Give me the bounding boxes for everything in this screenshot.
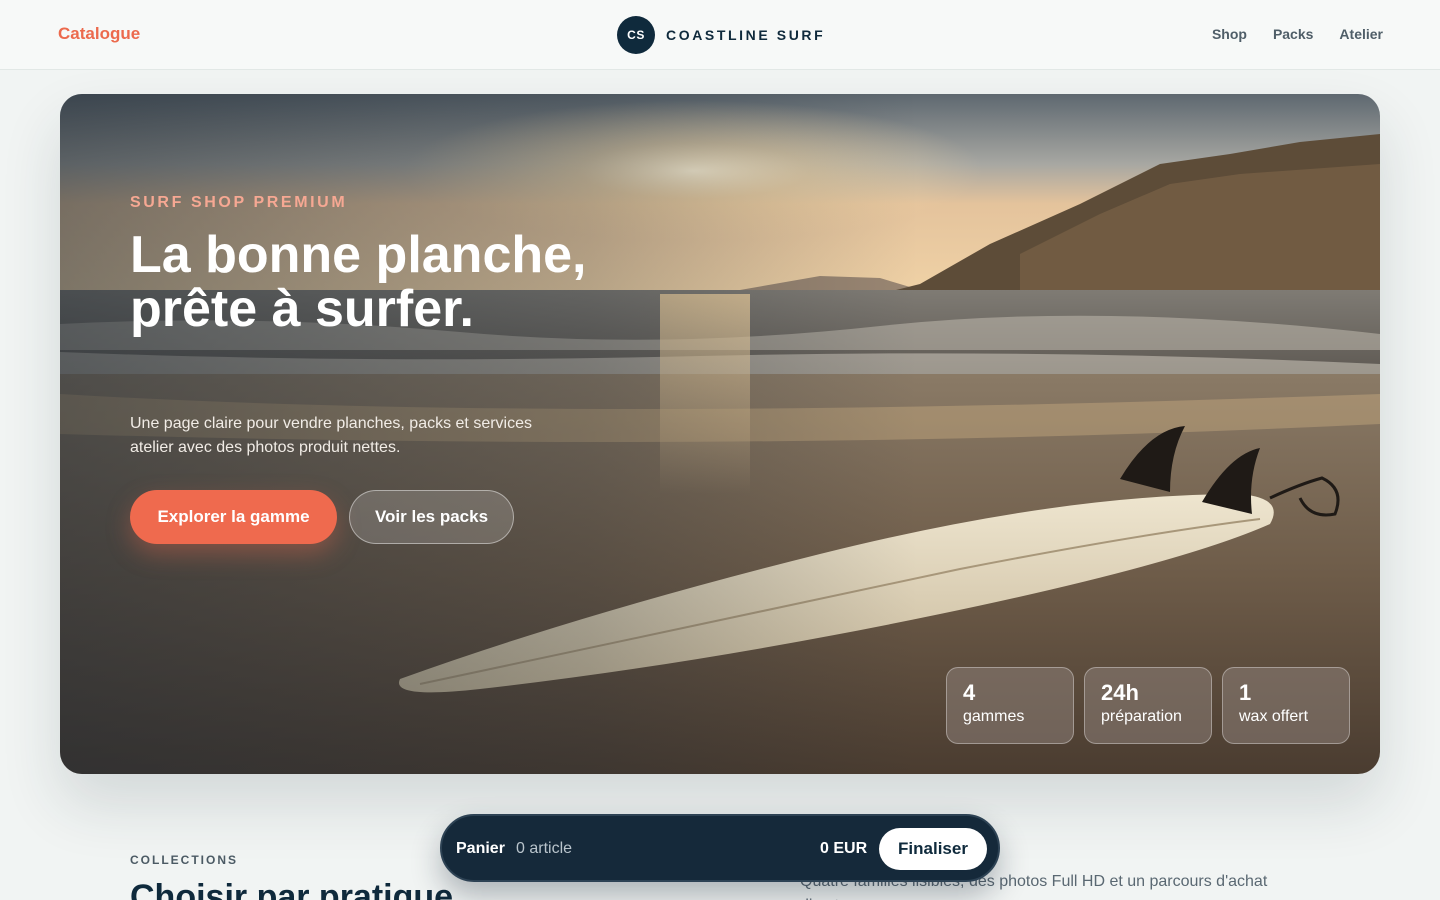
- brand-name: COASTLINE SURF: [666, 27, 826, 43]
- collections-eyebrow: COLLECTIONS: [130, 853, 238, 867]
- stat-card-wax: 1 wax offert: [1222, 667, 1350, 744]
- stat-label: gammes: [963, 708, 1025, 725]
- stat-value: 24h: [1101, 680, 1139, 705]
- cart-item-count: 0 article: [516, 840, 573, 857]
- stat-value: 4: [963, 680, 976, 705]
- cart-label: Panier: [456, 840, 505, 857]
- brand[interactable]: CS COASTLINE SURF: [617, 16, 825, 54]
- nav-shop[interactable]: Shop: [1212, 26, 1247, 42]
- explore-range-button[interactable]: Explorer la gamme: [130, 490, 337, 544]
- brand-logo: CS: [617, 16, 655, 54]
- stat-label: wax offert: [1239, 708, 1309, 725]
- hero-eyebrow: SURF SHOP PREMIUM: [130, 194, 348, 211]
- stat-card-preparation: 24h préparation: [1084, 667, 1212, 744]
- collections-title: Choisir par pratique: [130, 878, 454, 900]
- main-nav: Shop Packs Atelier: [1212, 26, 1383, 42]
- nav-packs[interactable]: Packs: [1273, 26, 1313, 42]
- hero-headline: La bonne planche, prête à surfer.: [130, 226, 587, 338]
- nav-atelier[interactable]: Atelier: [1339, 26, 1383, 42]
- view-packs-button[interactable]: Voir les packs: [349, 490, 514, 544]
- cart-bar: Panier 0 article 0 EUR Finaliser: [440, 814, 1000, 882]
- stat-value: 1: [1239, 680, 1252, 705]
- catalogue-link[interactable]: Catalogue: [58, 24, 140, 44]
- checkout-button[interactable]: Finaliser: [879, 828, 987, 870]
- stat-label: préparation: [1101, 708, 1182, 725]
- top-navigation-bar: Catalogue CS COASTLINE SURF Shop Packs A…: [0, 0, 1440, 70]
- stat-card-ranges: 4 gammes: [946, 667, 1074, 744]
- cart-total: 0 EUR: [820, 840, 868, 857]
- hero-banner: SURF SHOP PREMIUM La bonne planche, prêt…: [60, 94, 1380, 774]
- hero-subtitle: Une page claire pour vendre planches, pa…: [130, 415, 532, 456]
